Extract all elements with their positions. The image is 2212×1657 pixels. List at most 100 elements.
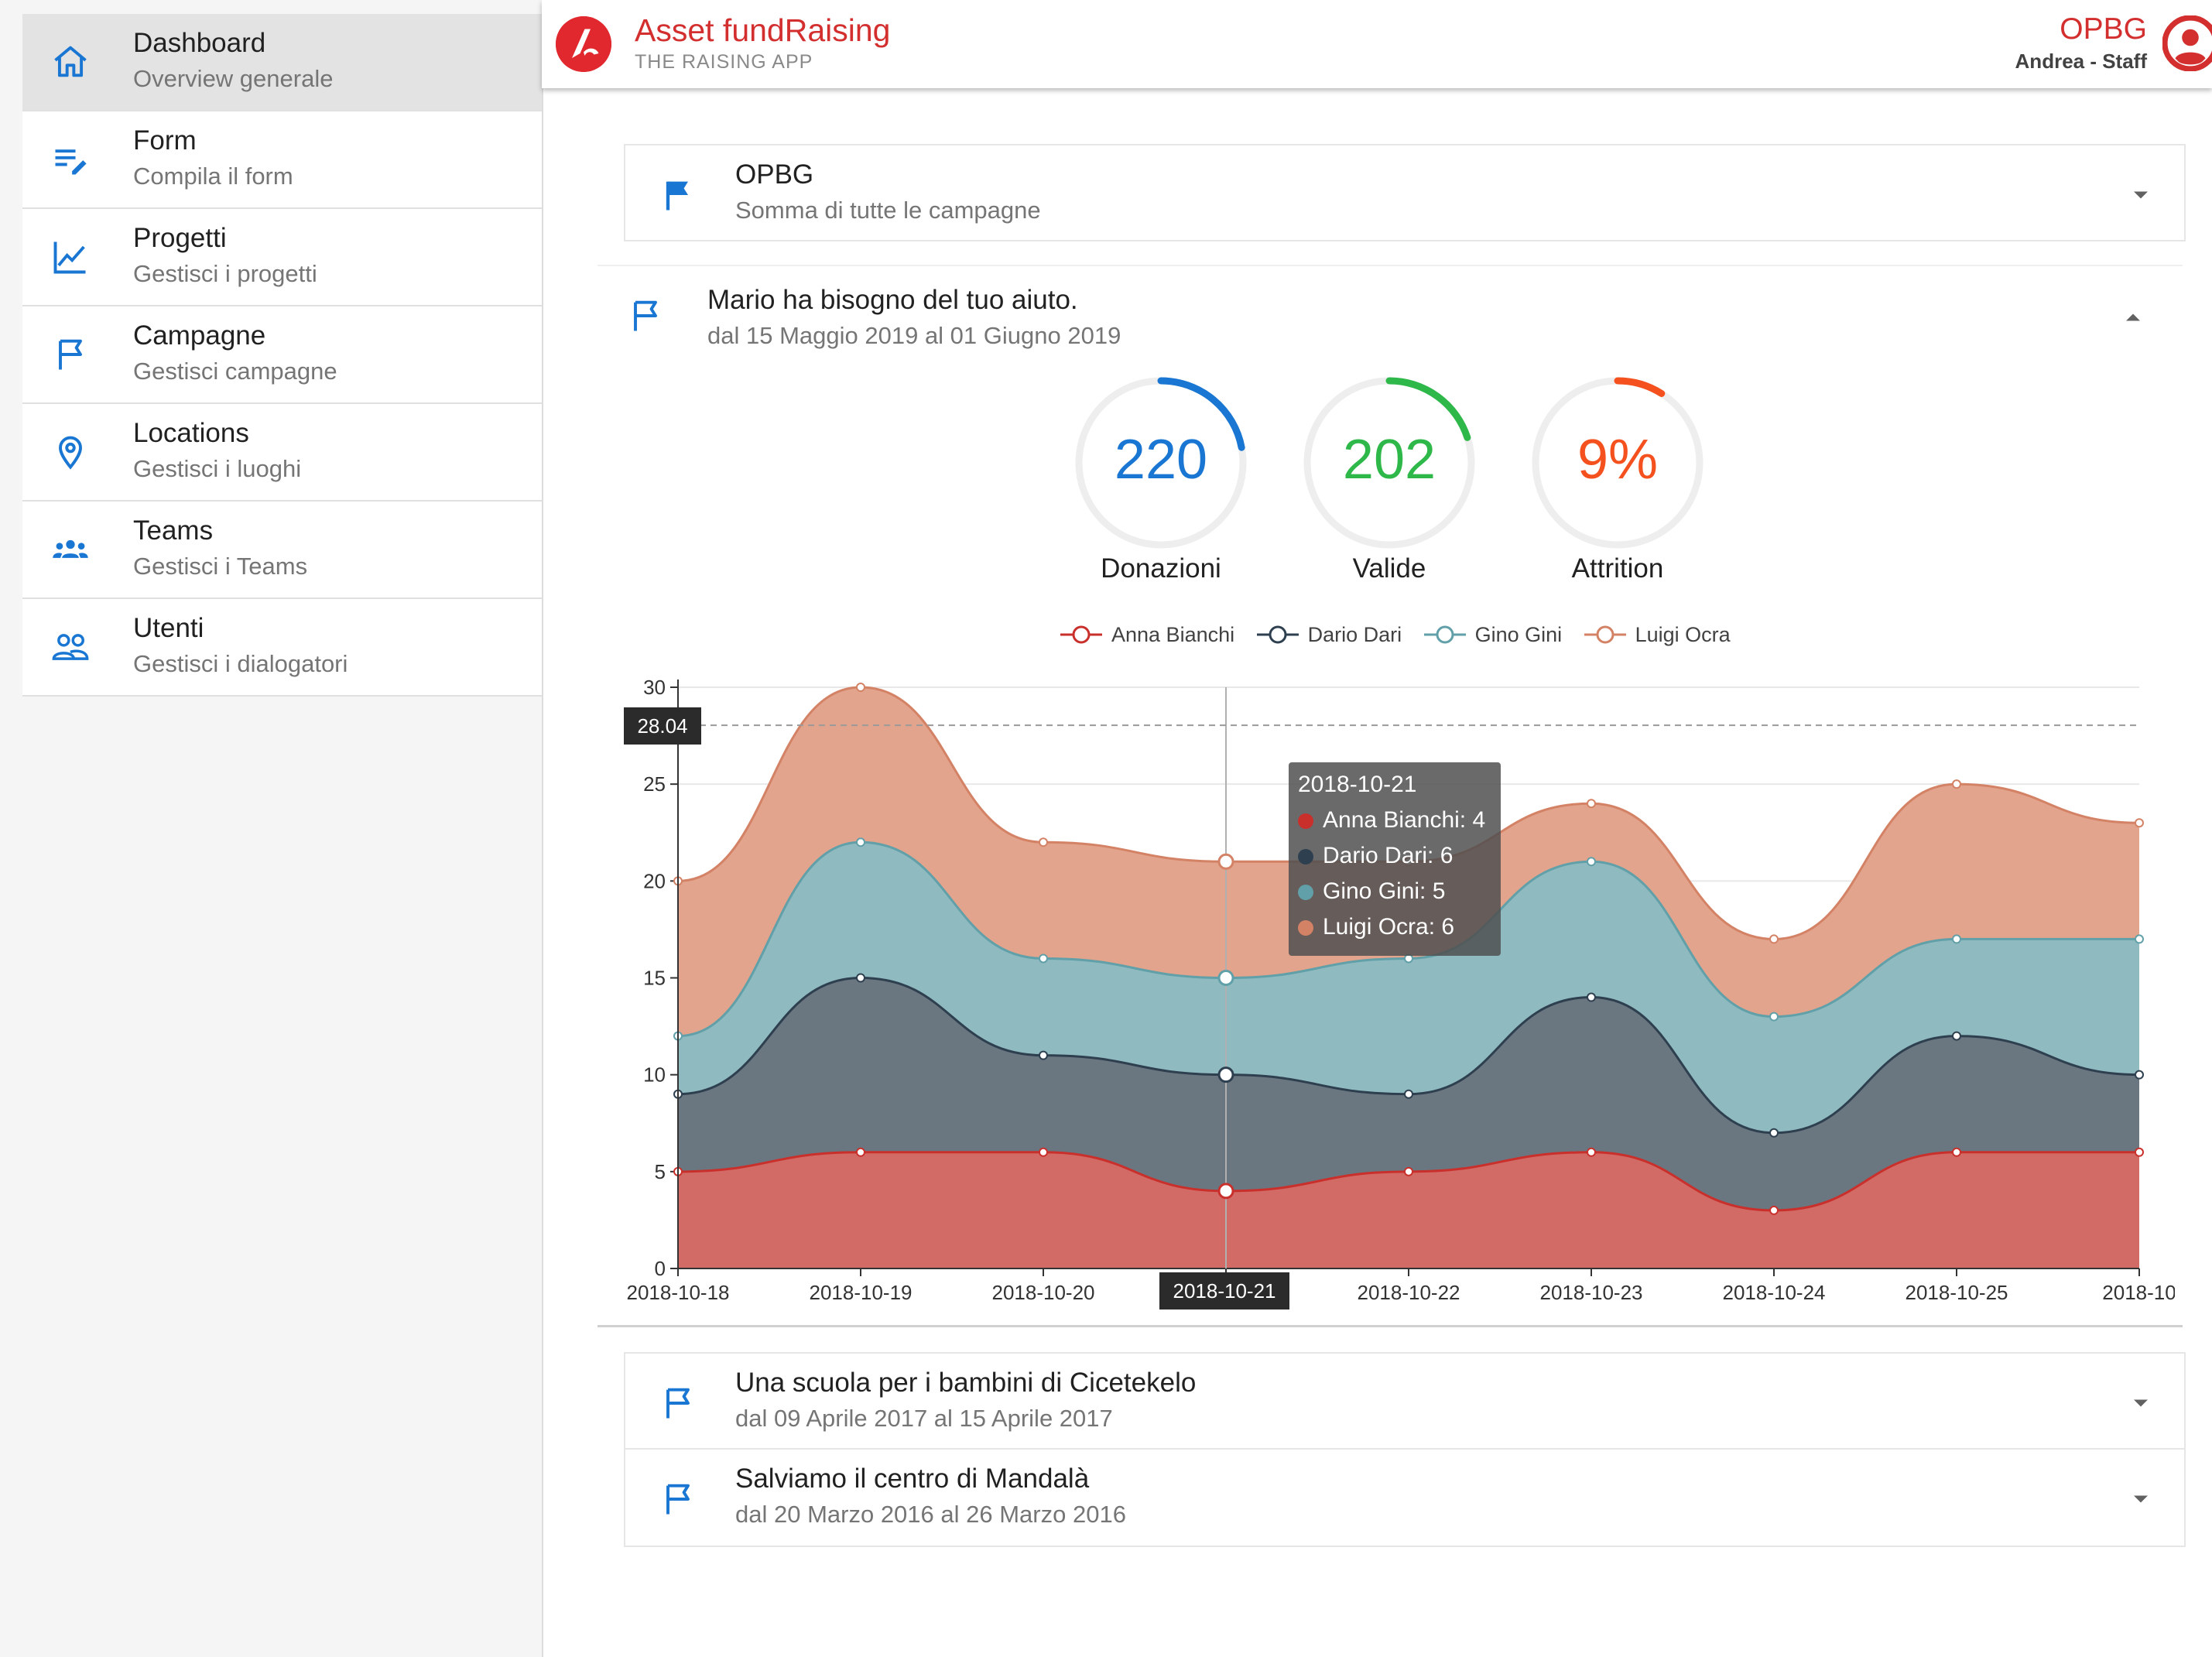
campaign-dates: dal 20 Marzo 2016 al 26 Marzo 2016 (735, 1501, 1126, 1528)
legend-marker-icon (1423, 625, 1466, 644)
x-tick-label: 2018-10-25 (1906, 1281, 2008, 1304)
data-point (1039, 953, 1048, 964)
sidebar-item-sub: Gestisci campagne (133, 358, 337, 385)
data-point (2135, 818, 2144, 828)
x-tick-label: 2018-10 (2102, 1281, 2175, 1304)
panel-title: OPBG (735, 159, 814, 190)
data-point (856, 1147, 865, 1157)
chart-legend: Anna Bianchi Dario Dari Gino Gini Luigi … (1060, 619, 1749, 650)
data-point (1952, 934, 1961, 944)
sidebar-item-label: Campagne (133, 320, 266, 351)
group-icon (50, 529, 91, 570)
expand-icon[interactable] (2127, 181, 2155, 209)
sidebar-item-sub: Gestisci i progetti (133, 260, 317, 287)
sidebar-item-sub: Compila il form (133, 163, 293, 190)
x-tick-label: 2018-10-23 (1540, 1281, 1643, 1304)
gauge-attrition: 9% Attrition (1529, 374, 1707, 584)
legend-marker-icon (1584, 625, 1626, 644)
flag-icon (50, 334, 91, 375)
home-icon (50, 42, 91, 82)
y-tick-label: 10 (643, 1063, 666, 1087)
sidebar-item-label: Progetti (133, 223, 227, 253)
app-logo[interactable] (556, 16, 611, 72)
sidebar-item-utenti[interactable]: Utenti Gestisci i dialogatori (22, 599, 542, 697)
sidebar-item-sub: Gestisci i Teams (133, 553, 308, 580)
legend-item[interactable]: Luigi Ocra (1584, 619, 1731, 650)
collapse-icon[interactable] (2119, 303, 2147, 331)
y-tick-label: 5 (655, 1160, 666, 1183)
campaign-title[interactable]: Mario ha bisogno del tuo aiuto. (707, 285, 1078, 316)
people-outline-icon (50, 627, 91, 667)
x-tick-label: 2018-10-22 (1358, 1281, 1460, 1304)
data-point (1039, 837, 1048, 847)
sidebar-item-label: Utenti (133, 613, 204, 643)
data-point (1587, 799, 1596, 809)
data-point (856, 683, 865, 692)
app-bar: Asset fundRaising THE RAISING APP OPBG A… (542, 0, 2212, 88)
sidebar-item-form[interactable]: Form Compila il form (22, 111, 542, 209)
flag-icon (658, 1479, 698, 1519)
data-point (1404, 1166, 1413, 1176)
campaign-title: Una scuola per i bambini di Cicetekelo (735, 1368, 1197, 1398)
gauge-label: Attrition (1571, 553, 1664, 584)
sidebar-item-teams[interactable]: Teams Gestisci i Teams (22, 502, 542, 599)
panel-sub: Somma di tutte le campagne (735, 197, 1041, 224)
campaign-title: Salviamo il centro di Mandalà (735, 1464, 1090, 1494)
data-point (1769, 934, 1779, 944)
tooltip-row: Gino Gini: 5 (1298, 878, 1445, 905)
summary-panel[interactable]: OPBG Somma di tutte le campagne (624, 144, 2186, 241)
y-tick-label: 0 (655, 1257, 666, 1280)
y-tick-label: 15 (643, 967, 666, 990)
nav-list: Dashboard Overview generale Form Compila… (22, 14, 542, 697)
sidebar-item-progetti[interactable]: Progetti Gestisci i progetti (22, 209, 542, 306)
location-pin-icon (50, 432, 91, 472)
campaign-panel-mandala[interactable]: Salviamo il centro di Mandalà dal 20 Mar… (624, 1448, 2186, 1547)
flag-icon (658, 1383, 698, 1423)
sidebar-item-sub: Gestisci i luoghi (133, 455, 302, 482)
data-point (1769, 1205, 1779, 1215)
x-tick-label: 2018-10-24 (1723, 1281, 1826, 1304)
legend-label: Dario Dari (1307, 623, 1402, 646)
gauge-valide: 202 Valide (1300, 374, 1478, 584)
campaign-dates: dal 15 Maggio 2019 al 01 Giugno 2019 (707, 322, 1121, 349)
data-point (2135, 1070, 2144, 1080)
expand-icon[interactable] (2127, 1485, 2155, 1513)
series-dot (1298, 813, 1313, 829)
series-dot (1298, 849, 1313, 864)
sidebar-item-sub: Gestisci i dialogatori (133, 650, 348, 677)
sidebar-item-locations[interactable]: Locations Gestisci i luoghi (22, 404, 542, 502)
tooltip-row: Dario Dari: 6 (1298, 843, 1453, 869)
y-tick-label: 25 (643, 772, 666, 796)
expand-icon[interactable] (2127, 1389, 2155, 1417)
account-icon[interactable] (2162, 15, 2212, 71)
x-tick-label: 2018-10-19 (810, 1281, 913, 1304)
series-dot (1298, 885, 1313, 900)
tooltip-row-text: Anna Bianchi: 4 (1323, 807, 1486, 833)
data-point (1404, 1089, 1413, 1099)
sidebar-item-dashboard[interactable]: Dashboard Overview generale (22, 14, 542, 111)
data-point (1587, 1147, 1596, 1157)
axis-pointer-x-label: 2018-10-21 (1159, 1272, 1289, 1310)
legend-item[interactable]: Anna Bianchi (1060, 619, 1234, 650)
campaign-panel-cicetekelo[interactable]: Una scuola per i bambini di Cicetekelo d… (624, 1352, 2186, 1450)
data-point (1769, 1012, 1779, 1022)
flag-icon (625, 296, 666, 336)
tooltip-row-text: Luigi Ocra: 6 (1323, 914, 1455, 940)
data-point (1769, 1128, 1779, 1138)
sidebar-item-campagne[interactable]: Campagne Gestisci campagne (22, 306, 542, 404)
sidebar-item-label: Form (133, 125, 197, 156)
tooltip-row-text: Gino Gini: 5 (1323, 878, 1446, 904)
expanded-panel-top-edge (598, 265, 2183, 266)
data-point (1039, 1147, 1048, 1157)
tooltip-title: 2018-10-21 (1298, 772, 1417, 797)
expanded-panel-bottom-edge (598, 1325, 2183, 1327)
axis-pointer-y-label: 28.04 (624, 707, 701, 745)
data-point (856, 837, 865, 847)
tooltip-row-text: Dario Dari: 6 (1323, 843, 1454, 868)
legend-item[interactable]: Gino Gini (1423, 619, 1562, 650)
gauge-value: 202 (1342, 429, 1436, 491)
data-point (1952, 779, 1961, 789)
gauge-label: Valide (1352, 553, 1426, 584)
flag-filled-icon (658, 175, 698, 215)
legend-item[interactable]: Dario Dari (1256, 619, 1402, 650)
